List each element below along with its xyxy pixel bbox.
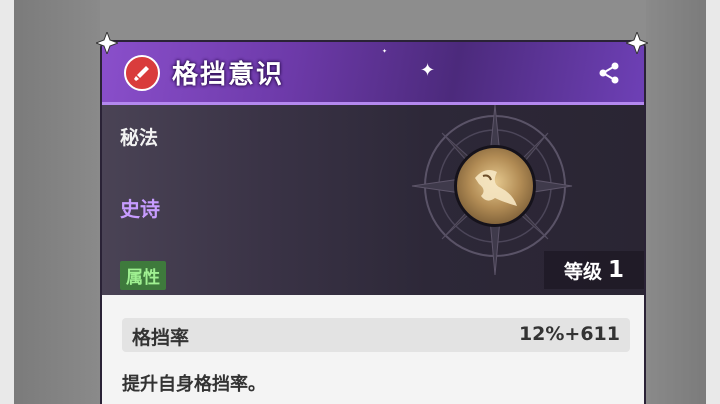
relic-orb-icon <box>454 145 536 227</box>
attribute-tag: 属性 <box>120 261 166 290</box>
sword-emblem-icon <box>124 55 160 91</box>
sparkle-icon: ✦ <box>420 60 436 81</box>
right-backdrop <box>646 0 706 404</box>
category-label: 秘法 <box>120 127 159 149</box>
share-icon[interactable] <box>596 60 622 86</box>
rarity-label: 史诗 <box>120 197 160 221</box>
skill-card: ✦ ✦ 格挡意识 秘法 史诗 属性 等级 1 格挡率 12%+611 提升自身格… <box>100 40 646 404</box>
right-edge <box>706 0 720 404</box>
stat-value: 12%+611 <box>518 323 620 345</box>
sparkle-icon: ✦ <box>382 48 388 55</box>
card-header: ✦ ✦ 格挡意识 <box>102 42 644 105</box>
level-label: 等级 <box>563 260 602 283</box>
level-badge: 等级 1 <box>544 251 644 289</box>
stat-name: 格挡率 <box>132 327 190 349</box>
corner-ornament-icon <box>626 32 648 54</box>
left-edge <box>0 0 14 404</box>
corner-ornament-icon <box>96 32 118 54</box>
stat-row: 格挡率 12%+611 <box>122 318 630 352</box>
card-title: 格挡意识 <box>172 60 285 90</box>
card-banner: 秘法 史诗 属性 等级 1 <box>102 105 644 295</box>
level-value: 1 <box>608 257 625 283</box>
left-backdrop <box>14 0 100 404</box>
skill-description: 提升自身格挡率。 <box>122 374 266 395</box>
